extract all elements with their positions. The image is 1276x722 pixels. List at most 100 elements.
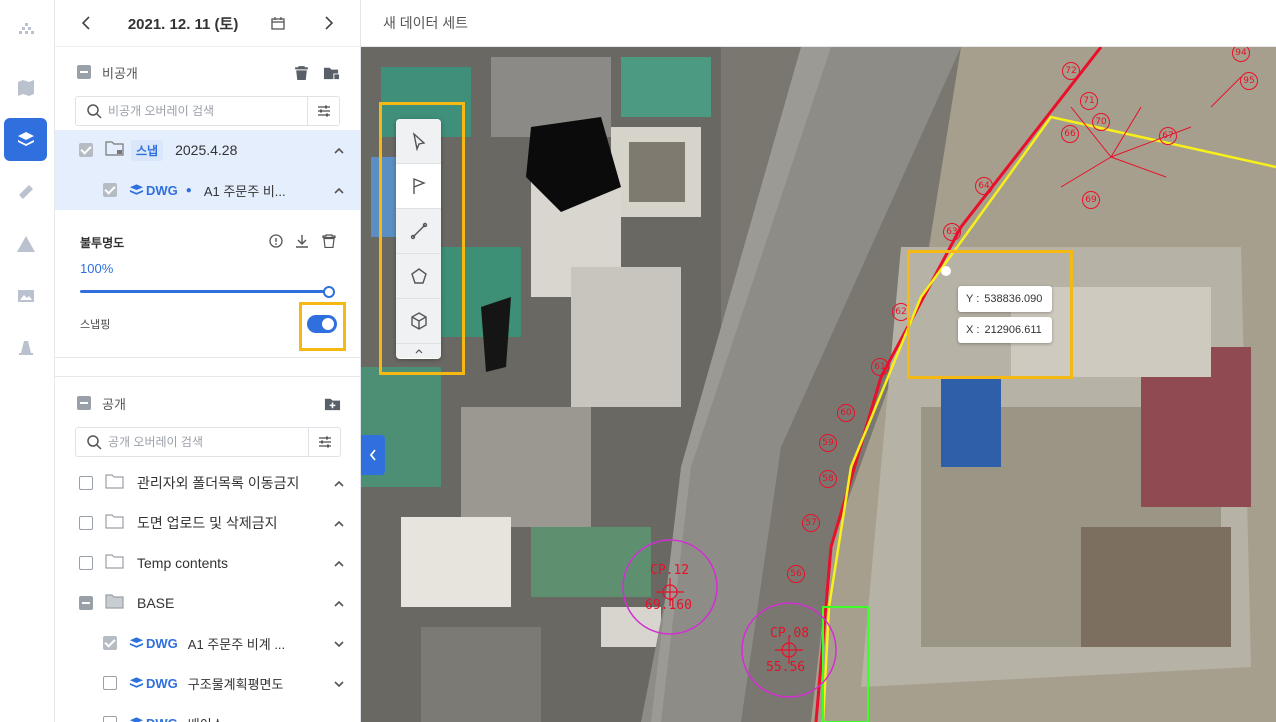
survey-marker: 71 xyxy=(1080,92,1098,110)
dwg-label: 구조물계획평면도 xyxy=(187,676,284,692)
private-dwg-row[interactable]: DWG ● A1 주문주 비... xyxy=(55,170,360,210)
chevron-up-icon[interactable] xyxy=(333,557,345,569)
public-search-input[interactable] xyxy=(108,435,308,449)
dwg-type-text: DWG xyxy=(146,716,178,722)
sliders-icon xyxy=(318,436,331,448)
coord-y-label: Y : xyxy=(966,293,980,305)
layer-panel: 2021. 12. 11 (토) 비공개 비공개 오버레이 검색 스냅 2025… xyxy=(55,0,361,722)
folder-row[interactable]: 도면 업로드 및 삭제금지 xyxy=(55,503,360,543)
chevron-up-icon[interactable] xyxy=(333,144,345,156)
panel-collapse-button[interactable] xyxy=(361,435,385,475)
opacity-label: 불투명도 xyxy=(80,236,125,250)
folder-row[interactable]: BASE xyxy=(55,583,360,623)
dwg-checkbox[interactable] xyxy=(103,716,117,722)
survey-marker: 67 xyxy=(1159,127,1177,145)
info-button[interactable] xyxy=(269,234,283,248)
next-date-button[interactable] xyxy=(322,16,336,30)
folder-add-icon xyxy=(324,398,340,410)
snap-group-row[interactable]: 스냅 2025.4.28 xyxy=(55,130,360,170)
folder-partial-checkbox[interactable] xyxy=(79,596,93,610)
private-delete-button[interactable] xyxy=(292,63,310,81)
ruler-icon[interactable] xyxy=(4,170,47,213)
private-dwg-checkbox[interactable] xyxy=(103,183,117,197)
logo-icon[interactable] xyxy=(4,8,47,51)
divider xyxy=(55,376,360,377)
survey-marker: 64 xyxy=(975,177,993,195)
public-collapse-checkbox[interactable] xyxy=(77,396,91,410)
public-filter-button[interactable] xyxy=(308,428,340,456)
chevron-up-icon[interactable] xyxy=(333,517,345,529)
dwg-row[interactable]: DWG 구조물계획평면도 xyxy=(55,663,360,703)
survey-marker: 72 xyxy=(1062,62,1080,80)
folder-checkbox[interactable] xyxy=(79,556,93,570)
private-add-folder-button[interactable] xyxy=(322,63,340,81)
map-icon[interactable] xyxy=(4,66,47,109)
opacity-slider-track[interactable] xyxy=(80,290,330,293)
map-canvas[interactable]: 64 63 62 61 60 59 58 57 56 66 67 69 70 71 72 94 95 CP.12… xyxy=(361,47,1276,722)
left-nav-rail xyxy=(0,0,55,722)
layers-stack-icon xyxy=(129,677,144,688)
private-section-header: 비공개 xyxy=(55,50,360,94)
survey-marker: 60 xyxy=(837,404,855,422)
chevron-down-icon[interactable] xyxy=(333,637,345,649)
box-tool-button[interactable] xyxy=(396,299,441,344)
current-date[interactable]: 2021. 12. 11 (토) xyxy=(128,13,239,34)
folder-lock-icon xyxy=(105,140,125,161)
chevron-up-icon[interactable] xyxy=(333,184,345,196)
polygon-tool-button[interactable] xyxy=(396,254,441,299)
folder-checkbox[interactable] xyxy=(79,476,93,490)
prev-date-button[interactable] xyxy=(79,16,93,30)
dataset-title[interactable]: 새 데이터 세트 xyxy=(383,13,468,33)
private-collapse-checkbox[interactable] xyxy=(77,65,91,79)
folder-open-icon xyxy=(105,593,125,614)
polygon-icon xyxy=(410,268,427,284)
cone-icon[interactable] xyxy=(4,326,47,369)
private-section-title: 비공개 xyxy=(102,65,138,81)
chevron-up-icon[interactable] xyxy=(333,597,345,609)
snap-group-checkbox[interactable] xyxy=(79,143,93,157)
select-tool-button[interactable] xyxy=(396,119,441,164)
search-icon xyxy=(87,435,102,450)
dwg-row[interactable]: DWG A1 주문주 비계 ... xyxy=(55,623,360,663)
chevron-down-icon[interactable] xyxy=(333,677,345,689)
flag-tool-button[interactable] xyxy=(396,164,441,209)
dwg-type-label: DWG xyxy=(129,183,178,198)
flag-icon xyxy=(412,177,426,194)
dwg-type-label: DWG xyxy=(129,676,178,691)
download-button[interactable] xyxy=(295,234,309,248)
private-search-input[interactable] xyxy=(108,104,308,118)
chevron-up-icon[interactable] xyxy=(333,477,345,489)
survey-marker: 69 xyxy=(1082,191,1100,209)
dwg-row[interactable]: DWG 배이스 xyxy=(55,703,360,722)
folder-label: 관리자외 폴더목록 이동금지 xyxy=(137,475,300,491)
dwg-type-text: DWG xyxy=(146,635,178,651)
opacity-slider-thumb[interactable] xyxy=(323,286,335,298)
private-dwg-label: A1 주문주 비... xyxy=(203,183,286,199)
public-add-folder-button[interactable] xyxy=(323,394,341,412)
layers-stack-icon xyxy=(129,637,144,648)
snap-badge: 스냅 xyxy=(131,139,164,161)
dwg-checkbox[interactable] xyxy=(103,636,117,650)
folder-row[interactable]: 관리자외 폴더목록 이동금지 xyxy=(55,463,360,503)
private-filter-button[interactable] xyxy=(307,97,339,125)
toolbar-collapse-button[interactable] xyxy=(396,344,441,358)
folder-checkbox[interactable] xyxy=(79,516,93,530)
line-tool-button[interactable] xyxy=(396,209,441,254)
dwg-type-label: DWG xyxy=(129,636,178,651)
survey-marker: 61 xyxy=(871,358,889,376)
folder-row[interactable]: Temp contents xyxy=(55,543,360,583)
trash-icon xyxy=(322,234,336,249)
folder-icon xyxy=(105,553,125,574)
private-search-box xyxy=(75,96,340,126)
delete-layer-button[interactable] xyxy=(322,234,336,249)
survey-marker: 57 xyxy=(802,514,820,532)
image-icon[interactable] xyxy=(4,274,47,317)
search-icon xyxy=(87,104,102,119)
survey-marker: 59 xyxy=(819,434,837,452)
dwg-checkbox[interactable] xyxy=(103,676,117,690)
public-section-header: 공개 xyxy=(55,381,360,425)
calendar-button[interactable] xyxy=(271,16,285,30)
warning-icon[interactable] xyxy=(4,222,47,265)
snapping-toggle[interactable] xyxy=(307,315,337,333)
layers-icon[interactable] xyxy=(4,118,47,161)
